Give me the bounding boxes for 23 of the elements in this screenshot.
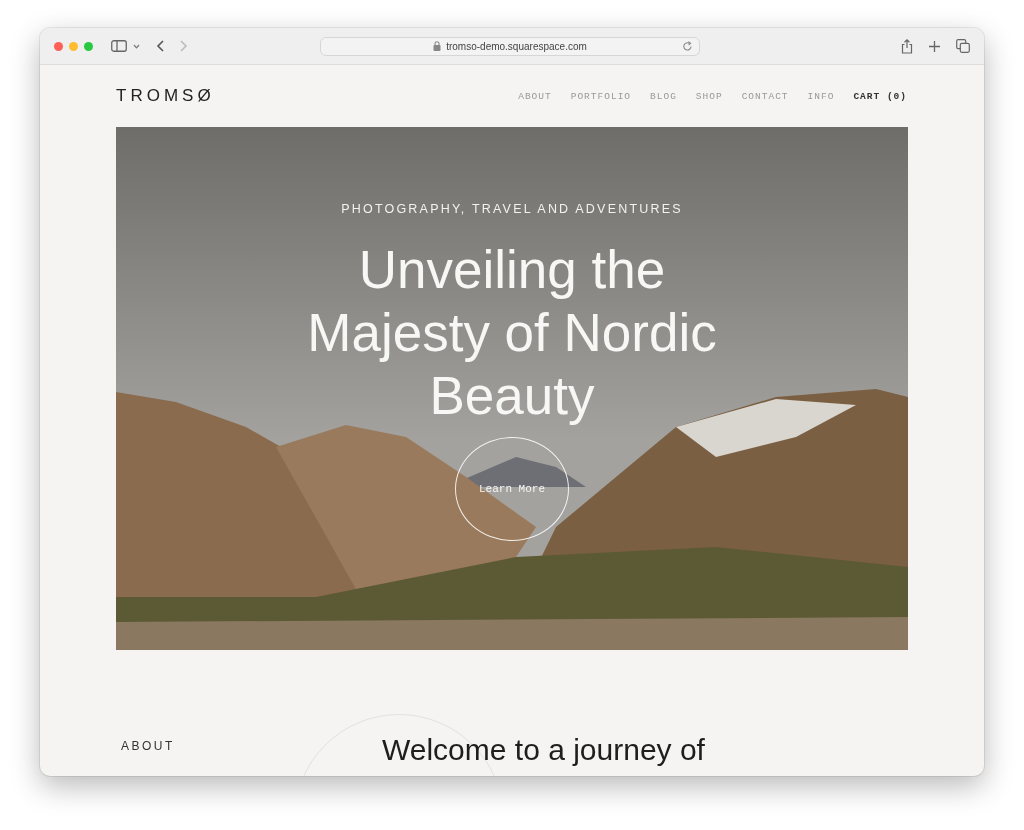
share-icon[interactable] bbox=[901, 38, 913, 54]
address-bar[interactable]: tromso-demo.squarespace.com bbox=[320, 36, 700, 56]
sidebar-icon[interactable] bbox=[111, 40, 127, 52]
nav-link[interactable]: INFO bbox=[807, 90, 835, 102]
cart-link[interactable]: CART (0) bbox=[853, 90, 907, 102]
nav-link[interactable]: PORTFOLIO bbox=[570, 90, 632, 102]
nav-link[interactable]: BLOG bbox=[650, 90, 677, 102]
hero-heading: Unveiling the Majesty of Nordic Beauty bbox=[306, 239, 718, 427]
close-button[interactable] bbox=[54, 41, 63, 51]
nav-link[interactable]: CONTACT bbox=[741, 90, 789, 102]
chevron-down-icon[interactable] bbox=[133, 43, 140, 49]
section-label: ABOUT bbox=[120, 739, 176, 755]
nav-link[interactable]: SHOP bbox=[695, 90, 723, 102]
section-heading: Welcome to a journey of bbox=[382, 733, 706, 767]
site-logo[interactable]: TROMSØ bbox=[116, 86, 215, 106]
lock-icon bbox=[433, 41, 442, 51]
nav-link[interactable]: ABOUT bbox=[518, 90, 552, 102]
tabs-overview-icon[interactable] bbox=[956, 39, 970, 53]
reload-icon[interactable] bbox=[682, 40, 693, 52]
url-text: tromso-demo.squarespace.com bbox=[446, 40, 587, 52]
back-icon[interactable] bbox=[156, 40, 164, 52]
new-tab-icon[interactable] bbox=[929, 40, 940, 52]
hero-tagline: PHOTOGRAPHY, TRAVEL AND ADVENTURES bbox=[341, 202, 683, 216]
